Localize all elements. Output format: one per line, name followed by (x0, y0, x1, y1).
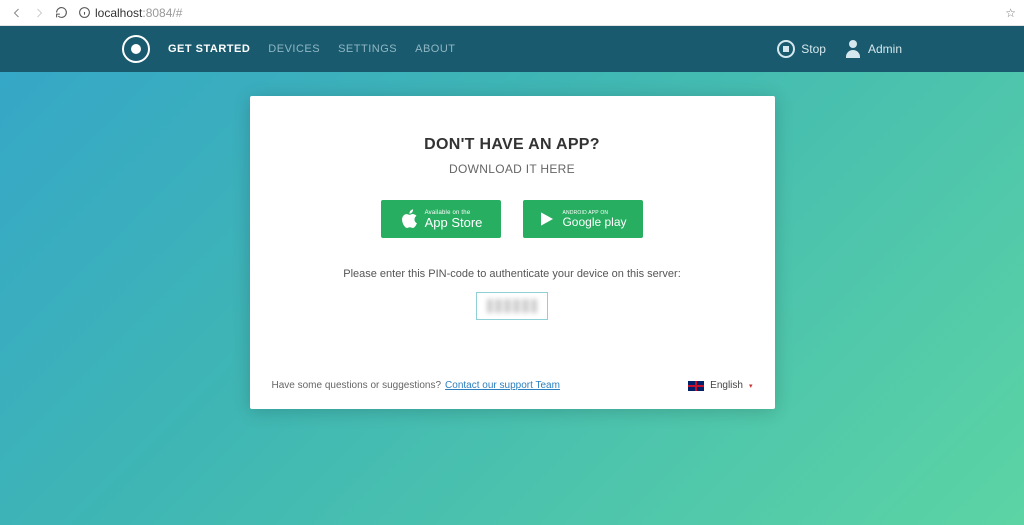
browser-chrome: localhost :8084/# ☆ (0, 0, 1024, 26)
googleplay-line2: Google play (562, 216, 626, 228)
user-icon (844, 40, 862, 58)
address-bar[interactable]: localhost :8084/# (95, 6, 182, 20)
googleplay-button[interactable]: ANDROID APP ON Google play (523, 200, 643, 238)
app-navbar: GET STARTED DEVICES SETTINGS ABOUT Stop … (0, 26, 1024, 72)
nav-settings[interactable]: SETTINGS (338, 43, 397, 55)
reload-icon[interactable] (52, 4, 70, 22)
pin-code-obscured (487, 299, 537, 313)
bookmark-star-icon[interactable]: ☆ (1005, 6, 1016, 20)
site-info-icon[interactable] (78, 6, 91, 19)
forward-icon[interactable] (30, 4, 48, 22)
stop-icon (777, 40, 795, 58)
appstore-button[interactable]: Available on the App Store (381, 200, 501, 238)
appstore-line2: App Store (425, 216, 483, 229)
language-selector[interactable]: English ▾ (688, 380, 752, 391)
flag-icon (688, 381, 704, 391)
back-icon[interactable] (8, 4, 26, 22)
app-logo-icon[interactable] (122, 35, 150, 63)
language-label: English (710, 380, 743, 391)
pin-instruction: Please enter this PIN-code to authentica… (270, 268, 755, 280)
url-port: :8084/# (142, 6, 182, 20)
pin-code-box (476, 292, 548, 320)
onboarding-card: DON'T HAVE AN APP? DOWNLOAD IT HERE Avai… (250, 96, 775, 409)
page-body: GET STARTED DEVICES SETTINGS ABOUT Stop … (0, 26, 1024, 525)
stop-button[interactable]: Stop (777, 40, 826, 58)
url-host: localhost (95, 6, 142, 20)
card-heading: DON'T HAVE AN APP? (270, 136, 755, 154)
admin-label: Admin (868, 42, 902, 56)
play-icon (539, 210, 555, 228)
stop-label: Stop (801, 42, 826, 56)
nav-get-started[interactable]: GET STARTED (168, 43, 250, 55)
card-subheading: DOWNLOAD IT HERE (270, 162, 755, 176)
chevron-down-icon: ▾ (749, 382, 753, 390)
apple-icon (400, 209, 418, 229)
nav-devices[interactable]: DEVICES (268, 43, 320, 55)
nav-about[interactable]: ABOUT (415, 43, 455, 55)
footer-question: Have some questions or suggestions? (272, 380, 442, 391)
admin-menu[interactable]: Admin (844, 40, 902, 58)
support-link[interactable]: Contact our support Team (445, 380, 560, 391)
